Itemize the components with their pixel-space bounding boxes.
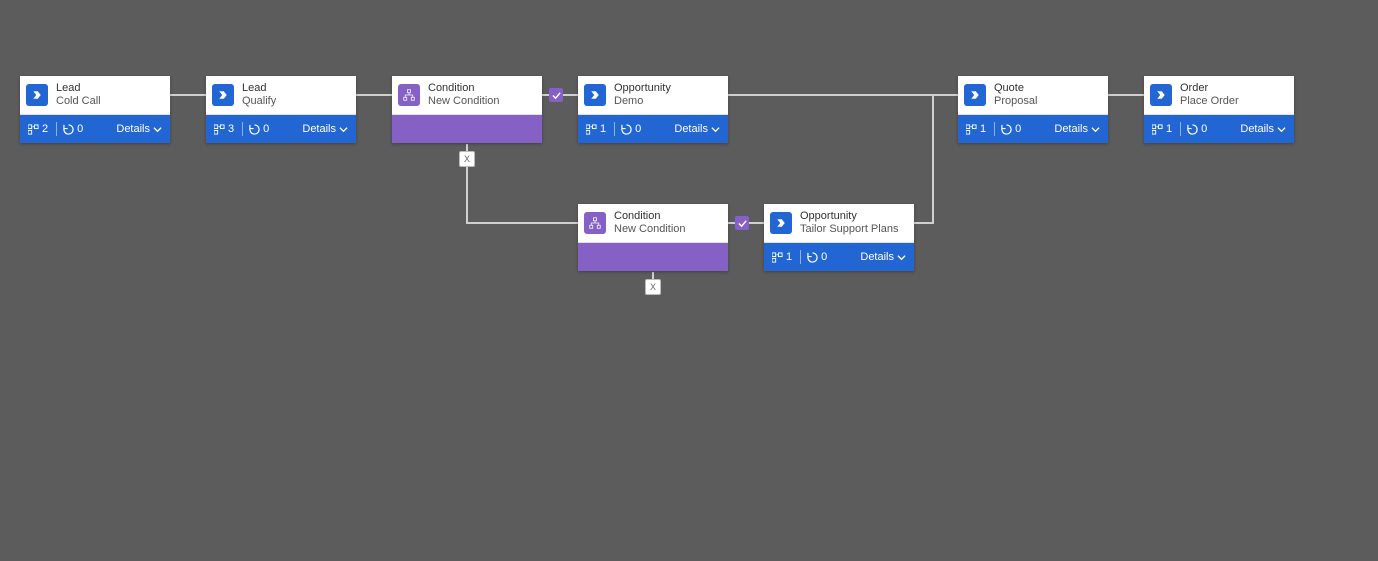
steps-count: 3 (214, 123, 234, 135)
node-footer: 2 0 Details (20, 115, 170, 143)
node-title: Quote (994, 82, 1037, 95)
details-button[interactable]: Details (1054, 123, 1100, 135)
stage-icon (1150, 84, 1172, 106)
details-button[interactable]: Details (1240, 123, 1286, 135)
stage-lead-qualify[interactable]: Lead Qualify 3 0 Details (206, 76, 356, 143)
node-header: Condition New Condition (578, 204, 728, 243)
node-title: Condition (428, 82, 500, 95)
condition-icon (584, 212, 606, 234)
stage-icon (584, 84, 606, 106)
node-title: Opportunity (800, 210, 898, 223)
node-subtitle: New Condition (614, 223, 686, 236)
node-subtitle: Demo (614, 95, 671, 108)
chevron-down-icon (897, 253, 906, 262)
stage-opportunity-demo[interactable]: Opportunity Demo 1 0 Details (578, 76, 728, 143)
chevron-down-icon (153, 125, 162, 134)
connector (170, 94, 206, 96)
loops-count: 0 (63, 123, 83, 135)
node-footer: 1 0 Details (958, 115, 1108, 143)
node-footer: 3 0 Details (206, 115, 356, 143)
steps-count: 2 (28, 123, 48, 135)
stage-quote-proposal[interactable]: Quote Proposal 1 0 Details (958, 76, 1108, 143)
connector (466, 222, 578, 224)
node-title: Condition (614, 210, 686, 223)
check-icon (549, 88, 563, 102)
details-button[interactable]: Details (674, 123, 720, 135)
node-header: Lead Qualify (206, 76, 356, 115)
details-button[interactable]: Details (302, 123, 348, 135)
loops-count: 0 (1187, 123, 1207, 135)
connector (932, 94, 934, 224)
connector (914, 222, 934, 224)
node-footer: 1 0 Details (764, 243, 914, 271)
node-header: Opportunity Demo (578, 76, 728, 115)
chevron-down-icon (339, 125, 348, 134)
node-title: Lead (242, 82, 276, 95)
stage-icon (212, 84, 234, 106)
chevron-down-icon (1091, 125, 1100, 134)
connector (1108, 94, 1144, 96)
node-header: Quote Proposal (958, 76, 1108, 115)
node-header: Order Place Order (1144, 76, 1294, 115)
node-footer: 1 0 Details (578, 115, 728, 143)
node-footer (578, 243, 728, 271)
condition-node-1[interactable]: Condition New Condition (392, 76, 542, 143)
stage-icon (770, 212, 792, 234)
node-title: Order (1180, 82, 1239, 95)
node-subtitle: Place Order (1180, 95, 1239, 108)
node-subtitle: Cold Call (56, 95, 101, 108)
node-subtitle: Qualify (242, 95, 276, 108)
steps-count: 1 (1152, 123, 1172, 135)
node-header: Condition New Condition (392, 76, 542, 115)
steps-count: 1 (966, 123, 986, 135)
node-header: Opportunity Tailor Support Plans (764, 204, 914, 243)
details-button[interactable]: Details (860, 251, 906, 263)
stage-order-placeorder[interactable]: Order Place Order 1 0 Details (1144, 76, 1294, 143)
x-icon: X (459, 151, 475, 167)
node-footer: 1 0 Details (1144, 115, 1294, 143)
loops-count: 0 (621, 123, 641, 135)
node-subtitle: New Condition (428, 95, 500, 108)
loops-count: 0 (807, 251, 827, 263)
stage-lead-coldcall[interactable]: Lead Cold Call 2 0 Details (20, 76, 170, 143)
node-footer (392, 115, 542, 143)
details-button[interactable]: Details (116, 123, 162, 135)
node-header: Lead Cold Call (20, 76, 170, 115)
node-title: Lead (56, 82, 101, 95)
chevron-down-icon (1277, 125, 1286, 134)
x-icon: X (645, 279, 661, 295)
check-icon (735, 216, 749, 230)
connector (356, 94, 392, 96)
condition-icon (398, 84, 420, 106)
stage-opportunity-tailor[interactable]: Opportunity Tailor Support Plans 1 0 Det… (764, 204, 914, 271)
node-subtitle: Proposal (994, 95, 1037, 108)
steps-count: 1 (772, 251, 792, 263)
condition-node-2[interactable]: Condition New Condition (578, 204, 728, 271)
connector (728, 94, 958, 96)
chevron-down-icon (711, 125, 720, 134)
steps-count: 1 (586, 123, 606, 135)
process-canvas[interactable]: X X Lead Cold Call 2 0 Details (0, 0, 1378, 561)
node-subtitle: Tailor Support Plans (800, 223, 898, 236)
loops-count: 0 (1001, 123, 1021, 135)
stage-icon (964, 84, 986, 106)
stage-icon (26, 84, 48, 106)
node-title: Opportunity (614, 82, 671, 95)
loops-count: 0 (249, 123, 269, 135)
